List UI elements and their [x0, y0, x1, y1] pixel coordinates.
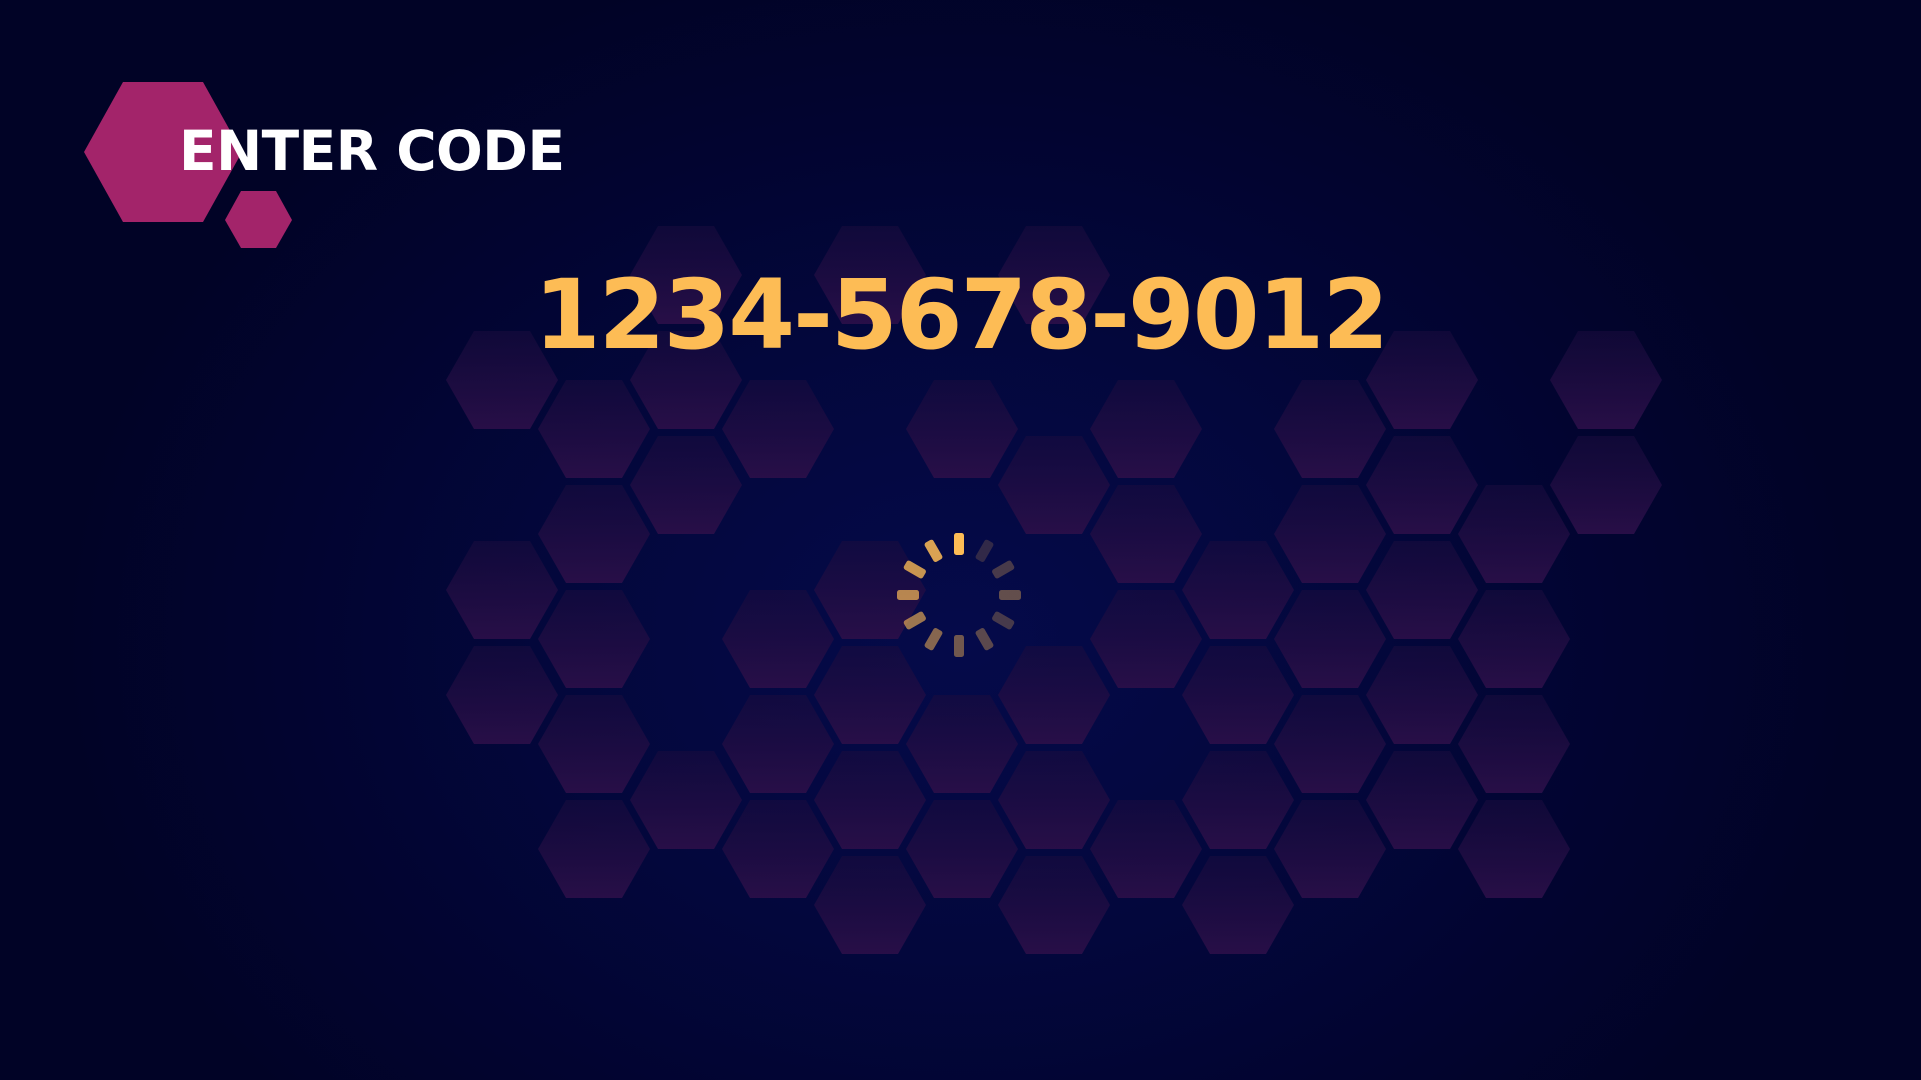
activation-screen: ENTER CODE 1234-5678-9012	[0, 0, 1921, 1080]
hexagon-tile	[1274, 380, 1386, 478]
hexagon-tile	[1274, 695, 1386, 793]
spinner-tick	[954, 635, 964, 657]
hexagon-tile	[1182, 751, 1294, 849]
hexagon-tile	[1458, 800, 1570, 898]
hexagon-tile	[998, 436, 1110, 534]
hexagon-tile	[722, 380, 834, 478]
hexagon-tile	[998, 856, 1110, 954]
spinner-tick	[954, 533, 964, 555]
hexagon-tile	[446, 541, 558, 639]
hexagon-tile	[1090, 380, 1202, 478]
hexagon-tile	[722, 695, 834, 793]
hexagon-tile	[1458, 695, 1570, 793]
hexagon-tile	[1458, 485, 1570, 583]
spinner-tick	[992, 560, 1015, 579]
spinner-tick	[924, 539, 943, 562]
hexagon-tile	[722, 800, 834, 898]
hexagon-tile	[446, 646, 558, 744]
spinner-tick	[897, 590, 919, 600]
hexagon-tile	[1182, 856, 1294, 954]
page-title: ENTER CODE	[179, 119, 565, 183]
hexagon-tile	[998, 751, 1110, 849]
hexagon-tile	[1366, 751, 1478, 849]
hexagon-tile	[1090, 800, 1202, 898]
hexagon-tile	[538, 380, 650, 478]
spinner-tick	[903, 560, 926, 579]
hexagon-tile	[1182, 541, 1294, 639]
spinner-tick	[992, 611, 1015, 630]
spinner-tick	[975, 539, 994, 562]
hexagon-tile	[538, 590, 650, 688]
hexagon-tile	[1274, 485, 1386, 583]
hexagon-tile	[1090, 485, 1202, 583]
hexagon-tile	[1274, 590, 1386, 688]
hexagon-tile	[630, 436, 742, 534]
spinner-tick	[924, 628, 943, 651]
hexagon-tile	[538, 800, 650, 898]
hexagon-tile	[1550, 436, 1662, 534]
hexagon-tile	[1366, 541, 1478, 639]
spinner-tick	[999, 590, 1021, 600]
hexagon-tile	[1458, 590, 1570, 688]
hexagon-tile	[1090, 590, 1202, 688]
hexagon-tile	[814, 751, 926, 849]
hexagon-tile	[538, 695, 650, 793]
spinner-tick	[975, 628, 994, 651]
activation-code: 1234-5678-9012	[533, 259, 1389, 371]
hexagon-tile	[1366, 436, 1478, 534]
spinner-tick	[903, 611, 926, 630]
hexagon-tile	[538, 485, 650, 583]
hexagon-tile	[630, 751, 742, 849]
hexagon-tile	[814, 856, 926, 954]
hexagon-tile	[1274, 800, 1386, 898]
hexagon-tile	[1182, 646, 1294, 744]
hexagon-tile	[906, 695, 1018, 793]
hexagon-tile	[722, 590, 834, 688]
hexagon-tile	[1366, 646, 1478, 744]
hexagon-tile	[906, 380, 1018, 478]
loading-spinner-icon	[897, 533, 1021, 657]
hexagon-tile	[906, 800, 1018, 898]
